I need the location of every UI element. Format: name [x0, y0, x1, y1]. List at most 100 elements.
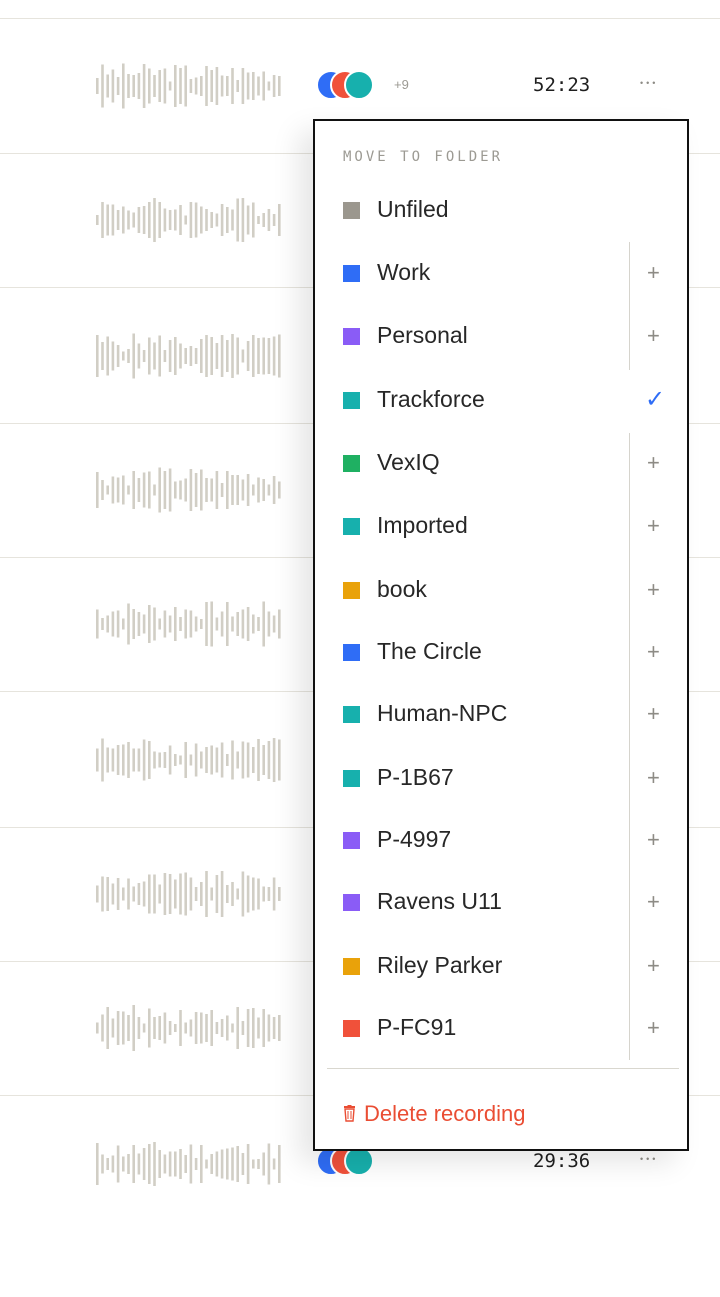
waveform-bar	[246, 72, 250, 100]
waveform-bar	[205, 209, 208, 231]
waveform-bar	[101, 1014, 104, 1042]
folder-item[interactable]: P-FC91 +	[315, 997, 687, 1059]
waveform-bar	[142, 206, 146, 234]
recording-duration: 29:36	[533, 1150, 591, 1172]
waveform-bar	[241, 198, 245, 242]
waveform-bar	[137, 478, 141, 502]
plus-icon[interactable]: +	[647, 765, 660, 791]
waveform-bar	[257, 477, 260, 503]
waveform-bar	[231, 740, 234, 780]
plus-icon[interactable]: +	[647, 701, 660, 727]
delete-recording-button[interactable]: Delete recording	[343, 1101, 525, 1127]
folder-item[interactable]: P-1B67 +	[315, 747, 687, 809]
waveform-bar	[174, 879, 177, 909]
waveform-bar	[153, 607, 156, 641]
waveform-bar	[226, 340, 229, 372]
folder-color-swatch	[343, 1020, 360, 1037]
plus-icon[interactable]: +	[647, 450, 660, 476]
waveform-bar	[142, 614, 146, 634]
waveform-bar	[132, 75, 135, 97]
waveform-bar	[262, 71, 265, 101]
more-options-icon[interactable]: •••	[640, 1155, 658, 1164]
waveform-bar	[205, 602, 208, 646]
folder-item[interactable]: Work +	[315, 242, 687, 304]
waveform-bar	[163, 350, 167, 362]
waveform-bar	[194, 1012, 198, 1044]
more-options-icon[interactable]: •••	[640, 79, 658, 88]
folder-item[interactable]: VexIQ +	[315, 432, 687, 494]
waveform-bar	[236, 337, 239, 375]
plus-icon[interactable]: +	[647, 513, 660, 539]
folder-item[interactable]: Personal +	[315, 305, 687, 367]
waveform-bar	[163, 208, 167, 232]
waveform-bar	[184, 478, 187, 502]
waveform-bar	[215, 213, 219, 227]
waveform-bar	[132, 471, 135, 509]
waveform-bar	[231, 68, 234, 104]
waveform-bar	[122, 1156, 125, 1172]
plus-icon[interactable]: +	[647, 323, 660, 349]
waveform-bar	[101, 202, 104, 238]
waveform-bar	[215, 67, 219, 105]
waveform-bar	[148, 1008, 151, 1048]
waveform-bar	[101, 618, 104, 630]
waveform-bar	[241, 871, 245, 917]
folder-item[interactable]: Human-NPC +	[315, 683, 687, 745]
waveform-bar	[236, 475, 239, 505]
waveform-bar	[267, 1143, 271, 1185]
waveform-bar	[184, 609, 187, 639]
waveform-bar	[111, 1155, 115, 1173]
folder-name: Riley Parker	[377, 952, 503, 978]
check-icon: ✓	[645, 386, 666, 413]
waveform-bar	[205, 1014, 208, 1042]
waveform-bar	[278, 739, 281, 781]
waveform-bar	[96, 472, 99, 508]
waveform-bar	[278, 204, 281, 236]
folder-item[interactable]: Ravens U11 +	[315, 871, 687, 933]
waveform-bar	[189, 754, 193, 766]
plus-icon[interactable]: +	[647, 639, 660, 665]
waveform-bar	[137, 612, 141, 636]
folder-item[interactable]: Riley Parker +	[315, 935, 687, 997]
waveform-bar	[116, 210, 120, 230]
plus-icon[interactable]: +	[647, 827, 660, 853]
folder-item[interactable]: book +	[315, 559, 687, 621]
folder-color-swatch	[343, 392, 360, 409]
folder-item[interactable]: Unfiled	[315, 179, 687, 241]
waveform-bar	[200, 469, 203, 511]
waveform-bar	[194, 77, 198, 95]
waveform-bar	[153, 1017, 156, 1039]
waveform-bar	[132, 886, 135, 902]
waveform-bar	[122, 475, 125, 505]
folder-color-swatch	[343, 582, 360, 599]
waveform-bar	[210, 478, 213, 502]
waveform-bar	[231, 209, 234, 231]
waveform-bar	[158, 752, 161, 768]
waveform-bar	[106, 204, 109, 236]
waveform-bar	[257, 1017, 260, 1039]
folder-item[interactable]: Trackforce ✓	[315, 369, 687, 431]
waveform-bar	[168, 340, 172, 372]
waveform-bar	[174, 754, 177, 766]
waveform-bar	[189, 610, 193, 638]
waveform-bar	[153, 484, 156, 496]
waveform-bar	[116, 77, 120, 95]
waveform-bar	[163, 68, 167, 104]
waveform-bar	[272, 1158, 276, 1170]
plus-icon[interactable]: +	[647, 953, 660, 979]
folder-item[interactable]: The Circle +	[315, 621, 687, 683]
waveform-bar	[168, 745, 172, 775]
folder-item[interactable]: Imported +	[315, 495, 687, 557]
waveform-bar	[137, 1153, 141, 1175]
waveform-bar	[200, 76, 203, 96]
plus-icon[interactable]: +	[647, 889, 660, 915]
waveform-bar	[257, 878, 260, 910]
participant-avatars[interactable]: +9	[316, 70, 409, 100]
plus-icon[interactable]: +	[647, 577, 660, 603]
waveform-bar	[267, 338, 271, 374]
plus-icon[interactable]: +	[647, 1015, 660, 1041]
folder-item[interactable]: P-4997 +	[315, 809, 687, 871]
waveform-bar	[174, 1024, 177, 1032]
waveform-bar	[210, 1010, 213, 1046]
plus-icon[interactable]: +	[647, 260, 660, 286]
